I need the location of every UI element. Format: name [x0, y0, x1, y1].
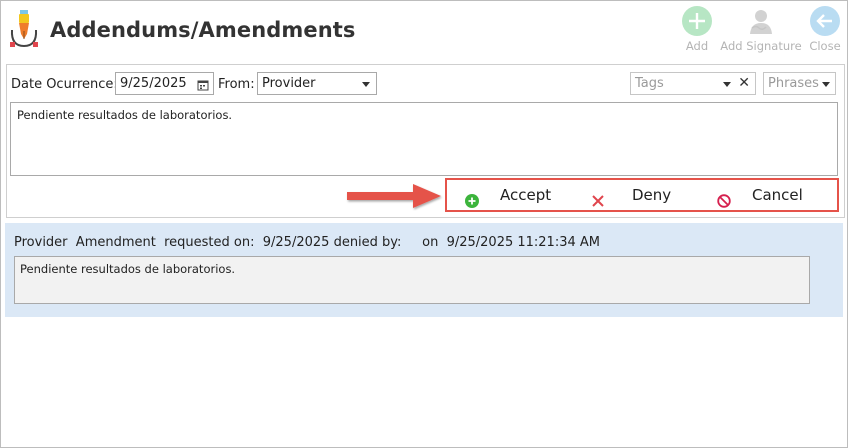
arrow-left-circle-icon — [810, 6, 840, 36]
add-signature-label: Add Signature — [720, 39, 802, 53]
history-denied-label: denied by: — [333, 235, 402, 250]
note-textarea[interactable]: Pendiente resultados de laboratorios. — [10, 102, 838, 176]
action-bar: Accept Deny Cancel — [445, 178, 839, 212]
history-text: Pendiente resultados de laboratorios. — [14, 256, 810, 304]
accept-label: Accept — [500, 186, 552, 204]
history-on-label: on — [422, 235, 439, 250]
plus-circle-icon — [682, 6, 712, 36]
cancel-label: Cancel — [752, 186, 803, 204]
chevron-down-icon — [362, 82, 370, 87]
chevron-down-icon — [723, 82, 731, 87]
history-type: Amendment — [75, 235, 156, 250]
date-ocurrence-label: Date Ocurrence: — [11, 77, 118, 92]
add-label: Add — [685, 39, 709, 53]
history-requested-date: 9/25/2025 — [262, 235, 330, 250]
from-select[interactable]: Provider — [257, 72, 377, 95]
user-signature-icon — [746, 6, 776, 36]
date-value: 9/25/2025 — [120, 76, 187, 91]
from-label: From: — [218, 77, 255, 92]
clear-icon[interactable]: ✕ — [738, 73, 750, 94]
history-source: Provider — [14, 235, 68, 250]
history-on-datetime: 9/25/2025 11:21:34 AM — [446, 235, 600, 250]
date-ocurrence-field[interactable]: 9/25/2025 — [115, 72, 214, 95]
plus-circle-icon — [465, 188, 479, 218]
page-title: Addendums/Amendments — [50, 18, 356, 42]
highlight-arrow-icon — [347, 184, 441, 208]
add-signature-button[interactable]: Add Signature — [720, 6, 802, 53]
calendar-icon[interactable] — [197, 77, 209, 98]
chevron-down-icon — [822, 82, 830, 87]
deny-label: Deny — [632, 186, 672, 204]
history-requested-label: requested on: — [164, 235, 255, 250]
history-entry[interactable]: Provider Amendment requested on: 9/25/20… — [5, 223, 843, 317]
ban-icon — [717, 188, 731, 218]
x-icon — [591, 188, 605, 218]
pen-nib-icon — [7, 8, 41, 52]
close-button[interactable]: Close — [808, 6, 842, 53]
phrases-select[interactable]: Phrases — [763, 72, 836, 95]
phrases-placeholder: Phrases — [768, 76, 819, 91]
add-button[interactable]: Add — [680, 6, 714, 53]
close-label: Close — [809, 39, 841, 53]
from-value: Provider — [262, 76, 316, 91]
tags-select[interactable]: Tags ✕ — [630, 72, 756, 95]
history-header: Provider Amendment requested on: 9/25/20… — [14, 235, 600, 250]
tags-placeholder: Tags — [635, 76, 664, 91]
